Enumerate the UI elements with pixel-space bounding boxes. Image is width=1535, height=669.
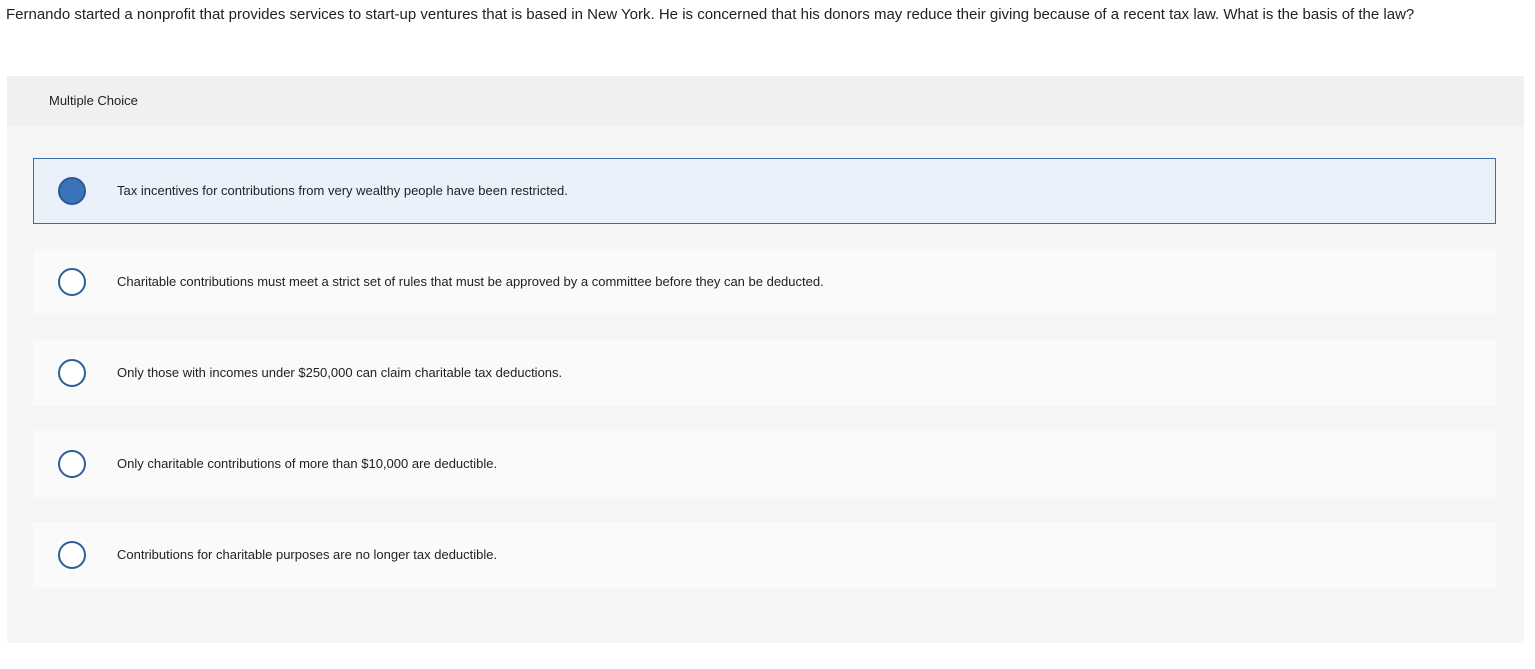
radio-button[interactable] [58, 450, 86, 478]
option-label: Only charitable contributions of more th… [117, 456, 498, 471]
panel-header: Multiple Choice [49, 93, 138, 108]
options-list: Tax incentives for contributions from ve… [7, 126, 1524, 643]
option-label: Contributions for charitable purposes ar… [117, 547, 498, 562]
answer-panel: Multiple Choice Tax incentives for contr… [7, 76, 1524, 643]
option-label: Tax incentives for contributions from ve… [117, 183, 568, 198]
radio-button[interactable] [58, 541, 86, 569]
option-5[interactable]: Contributions for charitable purposes ar… [33, 522, 1496, 588]
radio-button-selected[interactable] [58, 177, 86, 205]
radio-button[interactable] [58, 268, 86, 296]
option-3[interactable]: Only those with incomes under $250,000 c… [33, 340, 1496, 406]
option-2[interactable]: Charitable contributions must meet a str… [33, 249, 1496, 315]
option-label: Only those with incomes under $250,000 c… [117, 365, 563, 380]
option-4[interactable]: Only charitable contributions of more th… [33, 431, 1496, 497]
option-label: Charitable contributions must meet a str… [117, 274, 824, 289]
option-1[interactable]: Tax incentives for contributions from ve… [33, 158, 1496, 224]
question-text: Fernando started a nonprofit that provid… [6, 6, 1415, 23]
radio-button[interactable] [58, 359, 86, 387]
